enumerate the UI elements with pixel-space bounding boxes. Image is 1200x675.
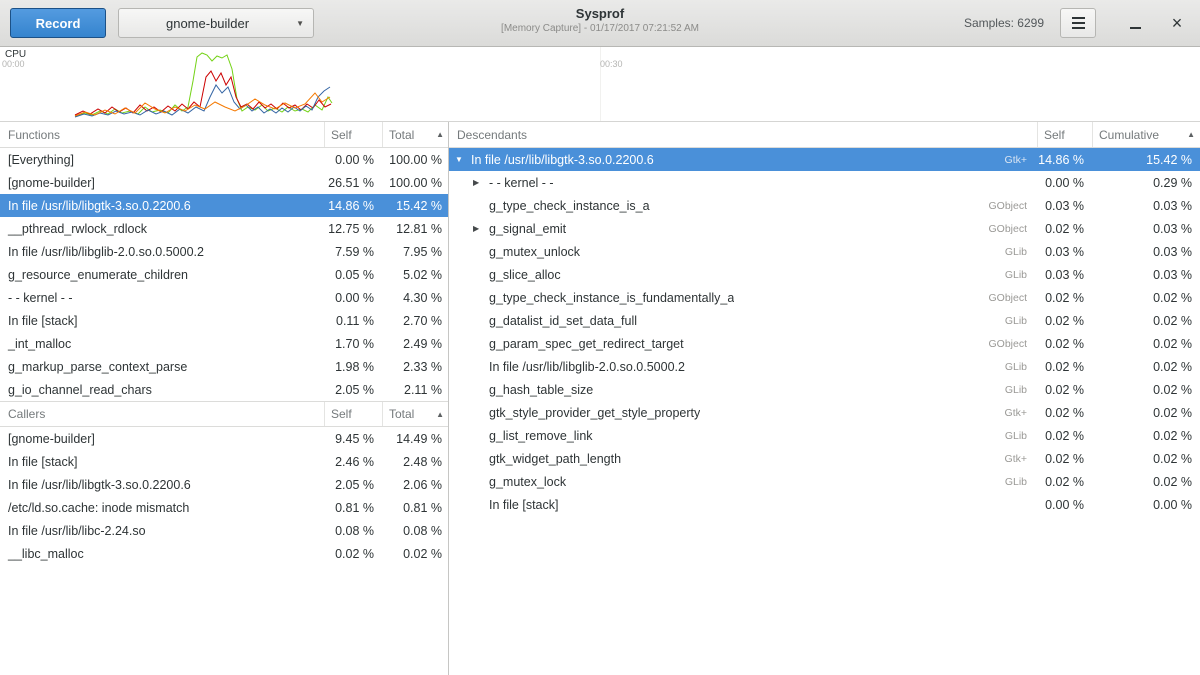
sort-indicator-icon: ▲ [436, 130, 444, 139]
record-button[interactable]: Record [10, 8, 106, 38]
hamburger-icon [1072, 22, 1085, 24]
cpu-graph[interactable]: CPU 00:00 00:30 [0, 47, 1200, 122]
table-row[interactable]: /etc/ld.so.cache: inode mismatch0.81 %0.… [0, 496, 448, 519]
table-row[interactable]: [gnome-builder]26.51 %100.00 % [0, 171, 448, 194]
expander-closed-icon[interactable]: ▶ [473, 224, 489, 233]
table-row[interactable]: In file [stack]2.46 %2.48 % [0, 450, 448, 473]
close-button[interactable]: × [1164, 10, 1190, 36]
module-badge: GObject [978, 292, 1037, 304]
main-panes: Functions Self Total ▲ [Everything]0.00 … [0, 122, 1200, 675]
tree-row[interactable]: ▶g_signal_emitGObject0.02 %0.03 % [449, 217, 1200, 240]
table-row[interactable]: In file /usr/lib/libglib-2.0.so.0.5000.2… [0, 240, 448, 263]
tree-row[interactable]: ▶- - kernel - -0.00 %0.29 % [449, 171, 1200, 194]
table-row-selected[interactable]: In file /usr/lib/libgtk-3.so.0.2200.614.… [0, 194, 448, 217]
column-header-self[interactable]: Self [1037, 122, 1092, 147]
module-badge: GLib [995, 430, 1037, 442]
tree-row[interactable]: g_mutex_lockGLib0.02 %0.02 % [449, 470, 1200, 493]
expander-open-icon[interactable]: ▼ [455, 155, 471, 164]
table-row[interactable]: [gnome-builder]9.45 %14.49 % [0, 427, 448, 450]
callers-table-header: Callers Self Total ▲ [0, 401, 448, 427]
table-row[interactable]: In file /usr/lib/libc-2.24.so0.08 %0.08 … [0, 519, 448, 542]
cpu-line-green [75, 53, 332, 116]
left-pane: Functions Self Total ▲ [Everything]0.00 … [0, 122, 448, 675]
tree-row[interactable]: g_type_check_instance_is_fundamentally_a… [449, 286, 1200, 309]
target-selector-dropdown[interactable]: gnome-builder ▼ [118, 8, 314, 38]
module-badge: GLib [995, 476, 1037, 488]
target-selector-value: gnome-builder [119, 16, 296, 31]
module-badge: Gtk+ [995, 407, 1037, 419]
tree-row[interactable]: g_param_spec_get_redirect_targetGObject0… [449, 332, 1200, 355]
minimize-icon [1130, 27, 1141, 29]
tree-row[interactable]: g_hash_table_sizeGLib0.02 %0.02 % [449, 378, 1200, 401]
table-row[interactable]: - - kernel - -0.00 %4.30 % [0, 286, 448, 309]
tree-row[interactable]: g_type_check_instance_is_aGObject0.03 %0… [449, 194, 1200, 217]
tree-row[interactable]: g_slice_allocGLib0.03 %0.03 % [449, 263, 1200, 286]
descendants-pane: Descendants Self Cumulative ▲ ▼In file /… [448, 122, 1200, 675]
module-badge: GObject [978, 200, 1037, 212]
column-header-total[interactable]: Total ▲ [382, 122, 448, 147]
module-badge: Gtk+ [995, 154, 1037, 166]
column-header-total[interactable]: Total ▲ [382, 402, 448, 426]
header-right-group: Samples: 6299 × [964, 8, 1190, 38]
column-header-callers[interactable]: Callers [0, 402, 324, 426]
module-badge: GLib [995, 269, 1037, 281]
sort-indicator-icon: ▲ [1187, 130, 1195, 139]
table-row[interactable]: __pthread_rwlock_rdlock12.75 %12.81 % [0, 217, 448, 240]
tree-row[interactable]: g_mutex_unlockGLib0.03 %0.03 % [449, 240, 1200, 263]
time-tick-start: 00:00 [2, 59, 25, 69]
minimize-button[interactable] [1122, 10, 1148, 36]
descendants-table-header: Descendants Self Cumulative ▲ [449, 122, 1200, 148]
callers-table: [gnome-builder]9.45 %14.49 % In file [st… [0, 427, 448, 565]
table-row[interactable]: g_resource_enumerate_children0.05 %5.02 … [0, 263, 448, 286]
close-icon: × [1172, 14, 1183, 32]
module-badge: GObject [978, 338, 1037, 350]
chevron-down-icon: ▼ [296, 19, 313, 28]
samples-count: Samples: 6299 [964, 16, 1044, 30]
sort-indicator-icon: ▲ [436, 410, 444, 419]
column-header-descendants[interactable]: Descendants [449, 122, 1037, 147]
tree-row[interactable]: gtk_widget_path_lengthGtk+0.02 %0.02 % [449, 447, 1200, 470]
table-row[interactable]: In file /usr/lib/libgtk-3.so.0.2200.62.0… [0, 473, 448, 496]
module-badge: Gtk+ [995, 453, 1037, 465]
sysprof-window: Record gnome-builder ▼ Sysprof [Memory C… [0, 0, 1200, 675]
descendants-table: ▼In file /usr/lib/libgtk-3.so.0.2200.6Gt… [449, 148, 1200, 516]
cpu-line-blue [75, 85, 330, 117]
module-badge: GObject [978, 223, 1037, 235]
table-row[interactable]: _int_malloc1.70 %2.49 % [0, 332, 448, 355]
menu-button[interactable] [1060, 8, 1096, 38]
column-header-self[interactable]: Self [324, 402, 382, 426]
column-header-cumulative[interactable]: Cumulative ▲ [1092, 122, 1200, 147]
tree-row[interactable]: gtk_style_provider_get_style_propertyGtk… [449, 401, 1200, 424]
column-header-self[interactable]: Self [324, 122, 382, 147]
tree-row[interactable]: g_datalist_id_set_data_fullGLib0.02 %0.0… [449, 309, 1200, 332]
table-row[interactable]: In file [stack]0.11 %2.70 % [0, 309, 448, 332]
module-badge: GLib [995, 315, 1037, 327]
column-header-functions[interactable]: Functions [0, 122, 324, 147]
tree-row[interactable]: g_list_remove_linkGLib0.02 %0.02 % [449, 424, 1200, 447]
table-row[interactable]: [Everything]0.00 %100.00 % [0, 148, 448, 171]
table-row[interactable]: __libc_malloc0.02 %0.02 % [0, 542, 448, 565]
tree-row-selected[interactable]: ▼In file /usr/lib/libgtk-3.so.0.2200.6Gt… [449, 148, 1200, 171]
table-row[interactable]: g_markup_parse_context_parse1.98 %2.33 % [0, 355, 448, 378]
module-badge: GLib [995, 384, 1037, 396]
tree-row[interactable]: In file [stack]0.00 %0.00 % [449, 493, 1200, 516]
table-row[interactable]: g_io_channel_read_chars2.05 %2.11 % [0, 378, 448, 401]
functions-table: [Everything]0.00 %100.00 % [gnome-builde… [0, 148, 448, 401]
tree-row[interactable]: In file /usr/lib/libglib-2.0.so.0.5000.2… [449, 355, 1200, 378]
functions-table-header: Functions Self Total ▲ [0, 122, 448, 148]
header-bar: Record gnome-builder ▼ Sysprof [Memory C… [0, 0, 1200, 47]
module-badge: GLib [995, 246, 1037, 258]
expander-closed-icon[interactable]: ▶ [473, 178, 489, 187]
time-tick-mid: 00:30 [600, 59, 623, 69]
module-badge: GLib [995, 361, 1037, 373]
